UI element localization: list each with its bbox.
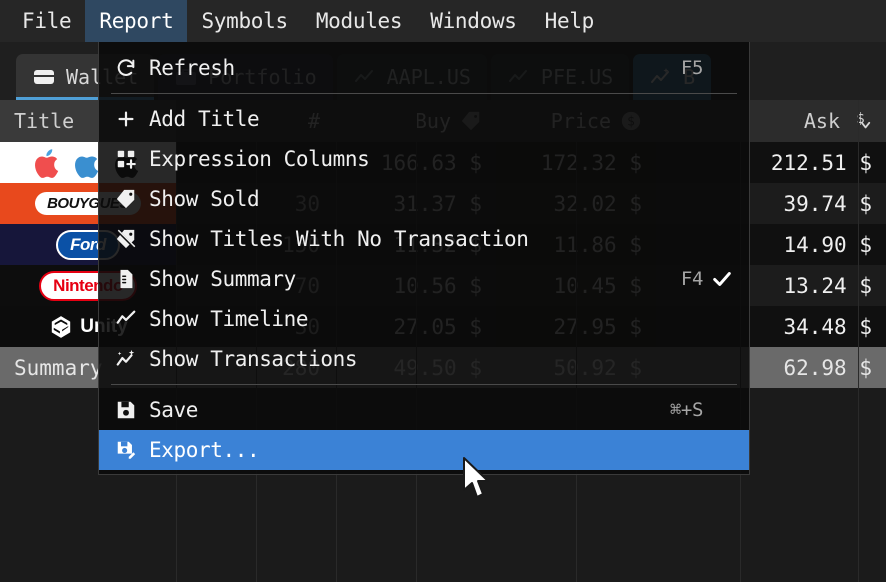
menu-item-show-transactions[interactable]: Show Transactions (99, 339, 749, 379)
sparkchart-icon (115, 348, 143, 370)
menu-separator (111, 93, 737, 94)
unity-mark-icon (52, 315, 71, 338)
menu-item-show-timeline[interactable]: Show Timeline (99, 299, 749, 339)
menu-item-show-summary-check (709, 268, 735, 290)
report-dropdown-menu: Refresh F5 Add Title Expression Columns (98, 42, 750, 475)
menu-item-show-timeline-label: Show Timeline (149, 307, 309, 331)
menu-item-refresh[interactable]: Refresh F5 (99, 48, 749, 88)
menu-item-show-summary[interactable]: Show Summary F4 (99, 259, 749, 299)
menubar-item-modules-label: Modules (315, 9, 403, 33)
refresh-icon (115, 57, 143, 79)
mouse-cursor (462, 456, 492, 506)
menubar-item-report[interactable]: Report (85, 0, 188, 42)
floppy-icon (115, 399, 143, 421)
menu-item-show-sold-label: Show Sold (149, 187, 260, 211)
menubar-item-help-label: Help (544, 9, 595, 33)
menu-item-save[interactable]: Save ⌘+S (99, 390, 749, 430)
wallet-icon (32, 65, 56, 89)
currency-sort-icon: $ (856, 111, 871, 129)
menu-item-show-titles-with-no-transaction-label: Show Titles With No Transaction (149, 227, 529, 251)
menu-item-save-shortcut: ⌘+S (669, 399, 704, 421)
menu-separator (111, 384, 737, 385)
menu-item-show-summary-shortcut: F4 (680, 268, 703, 290)
menubar-item-file-label: File (22, 9, 72, 33)
grid-plus-icon (115, 148, 143, 170)
menu-item-add-title-label: Add Title (149, 107, 260, 131)
menu-item-refresh-label: Refresh (149, 56, 235, 80)
line-chart-icon (115, 308, 143, 330)
menubar-item-modules[interactable]: Modules (302, 0, 416, 42)
tag-slash-icon (115, 228, 143, 250)
tag-icon (115, 188, 143, 210)
column-header-title-label: Title (14, 109, 75, 133)
plus-icon (115, 108, 143, 130)
menu-item-expression-columns-label: Expression Columns (149, 147, 370, 171)
menubar-item-help[interactable]: Help (531, 0, 608, 42)
menu-item-add-title[interactable]: Add Title (99, 99, 749, 139)
menubar-item-file[interactable]: File (8, 0, 85, 42)
menubar-item-report-label: Report (99, 9, 174, 33)
menu-bar: File Report Symbols Modules Windows Help (0, 0, 886, 42)
menu-item-show-sold[interactable]: Show Sold (99, 179, 749, 219)
menubar-item-symbols[interactable]: Symbols (187, 0, 301, 42)
summary-label: Summary (14, 355, 103, 380)
menu-item-expression-columns[interactable]: Expression Columns (99, 139, 749, 179)
menu-item-show-titles-with-no-transaction[interactable]: Show Titles With No Transaction (99, 219, 749, 259)
menu-item-refresh-shortcut: F5 (680, 57, 703, 79)
document-icon (115, 268, 143, 290)
menu-item-show-transactions-label: Show Transactions (149, 347, 358, 371)
application-window: Title # Buy Price $ Ask $ (0, 0, 886, 582)
column-header-ask-label: Ask (803, 109, 840, 133)
menu-item-save-label: Save (149, 398, 198, 422)
menubar-item-symbols-label: Symbols (201, 9, 288, 33)
menubar-item-windows[interactable]: Windows (416, 0, 530, 42)
menubar-item-windows-label: Windows (430, 9, 517, 33)
menu-item-export[interactable]: Export... (99, 430, 749, 470)
menu-item-show-summary-label: Show Summary (149, 267, 296, 291)
floppy-edit-icon (115, 439, 143, 461)
menu-item-export-label: Export... (149, 438, 260, 462)
